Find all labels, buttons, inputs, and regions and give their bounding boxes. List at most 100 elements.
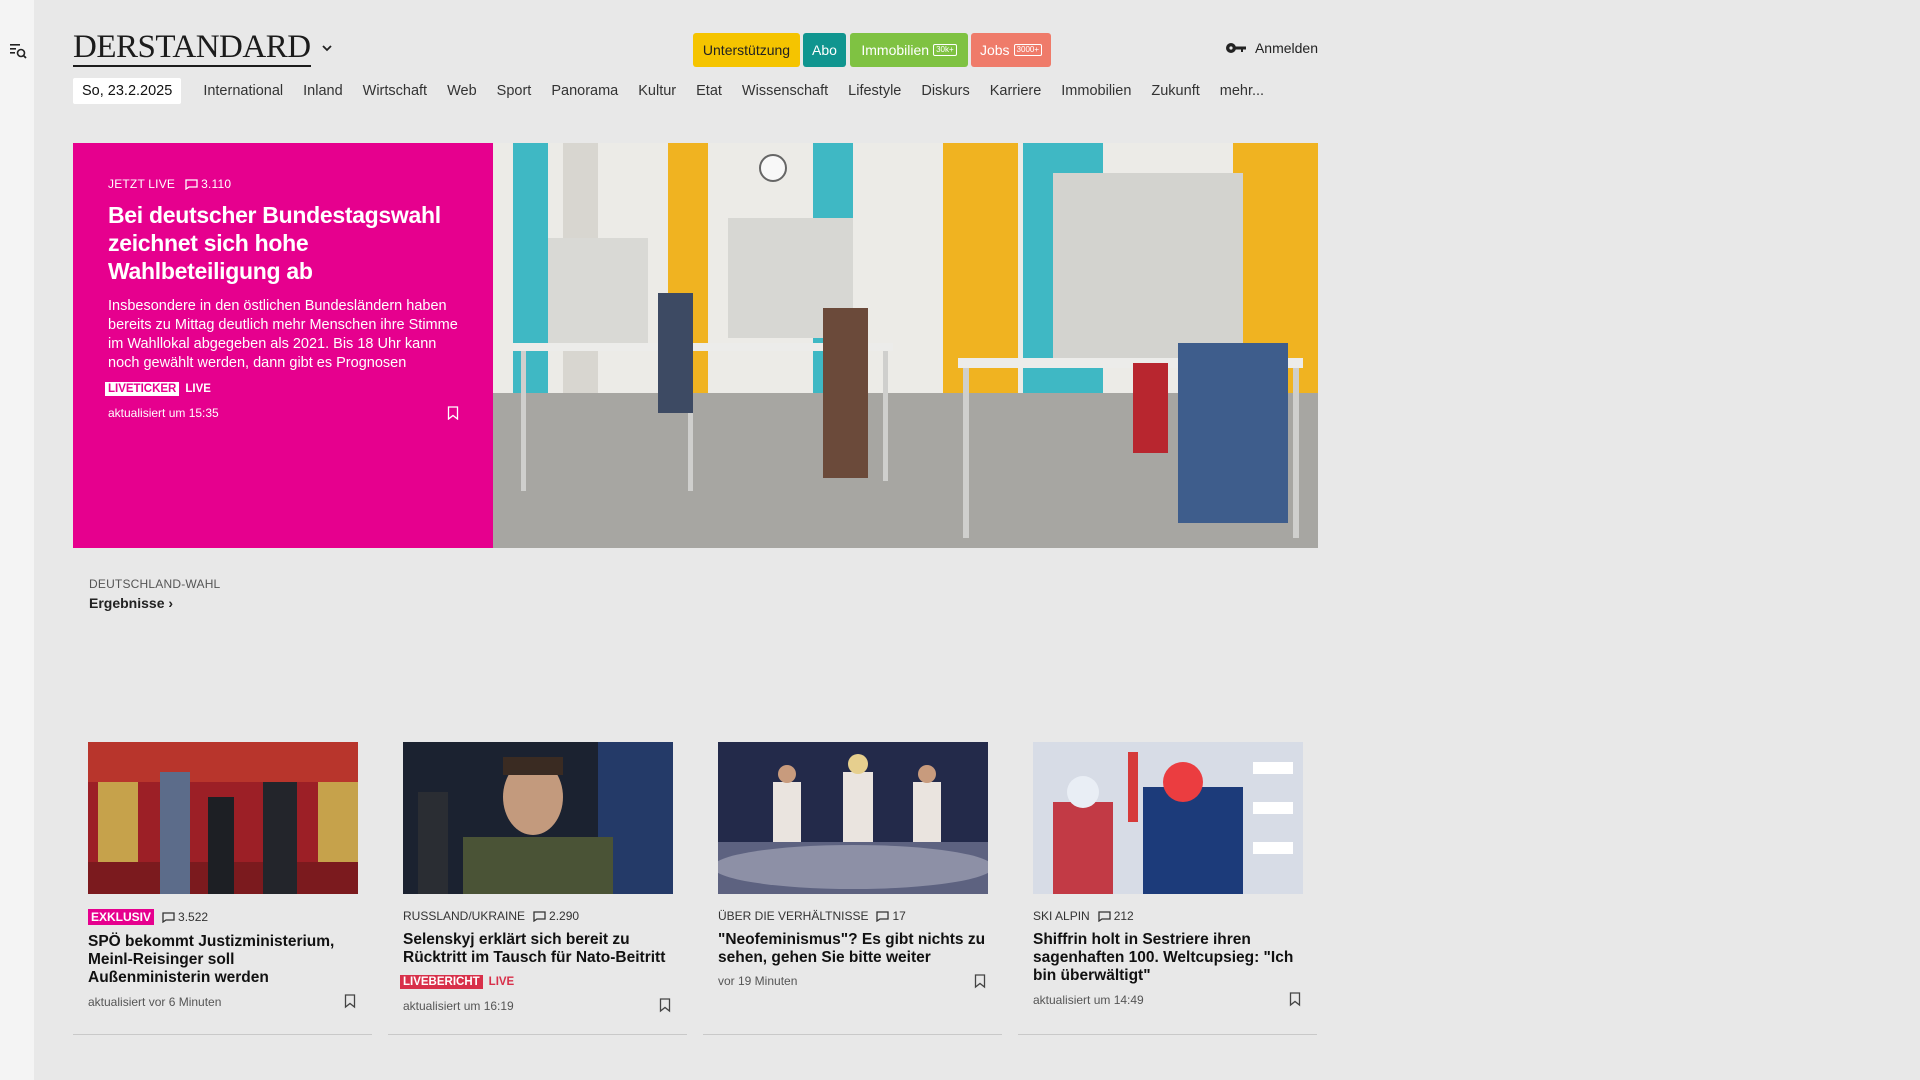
story-updated-2: aktualisiert um 16:19	[403, 999, 514, 1013]
exklusiv-badge: EXKLUSIV	[88, 909, 155, 925]
nav-item-wirtschaft[interactable]: Wirtschaft	[353, 83, 437, 99]
story-meta-4: SKI ALPIN 212	[1033, 909, 1134, 923]
chevron-right-icon: ›	[168, 595, 174, 611]
comment-icon	[533, 910, 546, 922]
election-results-link[interactable]: Ergebnisse ›	[89, 595, 220, 611]
comment-icon	[876, 910, 890, 922]
bookmark-icon[interactable]	[344, 994, 356, 1009]
bookmark-icon[interactable]	[974, 974, 986, 989]
story-headline-2[interactable]: Selenskyj erklärt sich bereit zu Rücktri…	[403, 931, 675, 967]
story-updated-1: aktualisiert vor 6 Minuten	[88, 995, 222, 1009]
story-card-2: RUSSLAND/UKRAINE 2.290 Selenskyj erklärt…	[388, 742, 687, 1035]
abo-button[interactable]: Abo	[803, 33, 846, 67]
comment-count-3[interactable]: 17	[876, 909, 906, 923]
story-meta-1: EXKLUSIV 3.522	[88, 909, 208, 925]
story-headline-4[interactable]: Shiffrin holt in Sestriere ihren sagenha…	[1033, 931, 1305, 985]
comment-icon	[185, 178, 198, 190]
nav-item-sport[interactable]: Sport	[487, 83, 542, 99]
support-label: Unterstützung	[702, 42, 791, 58]
story-image-4[interactable]	[1033, 742, 1303, 894]
nav-item-web[interactable]: Web	[437, 83, 487, 99]
nav-item-international[interactable]: International	[193, 83, 293, 99]
live-label: LIVE	[488, 976, 515, 988]
comment-icon	[1098, 910, 1111, 922]
nav-item-karriere[interactable]: Karriere	[980, 83, 1052, 99]
story-tags-2: LIVEBERICHT LIVE	[400, 975, 514, 989]
story-card-3: ÜBER DIE VERHÄLTNISSE 17 "Neofeminismus"…	[703, 742, 1002, 1035]
current-date: So, 23.2.2025	[73, 78, 182, 104]
nav-item-immobilien[interactable]: Immobilien	[1051, 83, 1141, 99]
story-headline-3[interactable]: "Neofeminismus"? Es gibt nichts zu sehen…	[718, 931, 990, 967]
immobilien-button[interactable]: Immobilien 30k+	[850, 33, 968, 67]
hero-tags: LIVETICKER LIVE	[105, 382, 459, 396]
site-logo[interactable]: DERSTANDARD	[73, 30, 311, 67]
story-headline-1[interactable]: SPÖ bekommt Justizministerium, Meinl-Rei…	[88, 933, 360, 987]
hero-text-panel: JETZT LIVE 3.110 Bei deutscher Bundestag…	[73, 143, 493, 548]
live-label: LIVE	[185, 383, 211, 395]
election-kicker: DEUTSCHLAND-WAHL	[89, 577, 221, 591]
livebericht-badge: LIVEBERICHT	[400, 975, 483, 989]
nav-item-panorama[interactable]: Panorama	[541, 83, 628, 99]
comment-count-1[interactable]: 3.522	[162, 910, 208, 924]
nav-item-wissenschaft[interactable]: Wissenschaft	[732, 83, 838, 99]
jobs-badge: 3000+	[1013, 44, 1043, 56]
key-icon	[1225, 43, 1246, 53]
hero-image-voting-booths[interactable]	[493, 143, 1318, 548]
comment-count-2[interactable]: 2.290	[533, 909, 579, 923]
hero-headline[interactable]: Bei deutscher Bundestagswahl zeichnet si…	[108, 201, 459, 285]
nav-item-lifestyle[interactable]: Lifestyle	[838, 83, 911, 99]
hero-footer: aktualisiert um 15:35	[108, 406, 459, 420]
login-button[interactable]: Anmelden	[1225, 40, 1318, 56]
search-menu-icon[interactable]	[9, 42, 27, 60]
comments-value-2: 2.290	[549, 909, 580, 923]
story-updated-4: aktualisiert um 14:49	[1033, 993, 1144, 1007]
comment-icon	[162, 911, 175, 923]
left-rail	[0, 0, 34, 1080]
chevron-down-icon[interactable]	[321, 42, 333, 54]
comment-count-4[interactable]: 212	[1098, 909, 1134, 923]
abo-label: Abo	[812, 42, 837, 58]
bookmark-icon[interactable]	[447, 406, 459, 420]
hero-comments-value: 3.110	[201, 177, 232, 191]
hero-comment-count[interactable]: 3.110	[185, 177, 231, 191]
comments-value-3: 17	[892, 909, 906, 923]
section-nav: So, 23.2.2025 International Inland Wirts…	[73, 76, 1274, 106]
story-updated-3: vor 19 Minuten	[718, 974, 798, 988]
hero-story: JETZT LIVE 3.110 Bei deutscher Bundestag…	[73, 143, 1318, 548]
bookmark-icon[interactable]	[659, 998, 671, 1013]
story-image-2[interactable]	[403, 742, 673, 894]
story-meta-3: ÜBER DIE VERHÄLTNISSE 17	[718, 909, 906, 923]
nav-item-mehr[interactable]: mehr...	[1210, 83, 1274, 99]
story-kicker-2: RUSSLAND/UKRAINE	[403, 909, 526, 923]
election-module: DEUTSCHLAND-WAHL Ergebnisse ›	[89, 577, 220, 611]
login-label: Anmelden	[1254, 40, 1318, 56]
nav-item-kultur[interactable]: Kultur	[628, 83, 686, 99]
support-button[interactable]: Unterstützung	[693, 33, 800, 67]
bookmark-icon[interactable]	[1289, 992, 1301, 1007]
hero-teaser: Insbesondere in den östlichen Bundesländ…	[108, 298, 458, 371]
comments-value-4: 212	[1113, 909, 1134, 923]
nav-item-inland[interactable]: Inland	[293, 83, 353, 99]
story-image-1[interactable]	[88, 742, 358, 894]
immobilien-label: Immobilien	[861, 42, 930, 58]
hero-kicker: JETZT LIVE	[108, 177, 176, 191]
story-card-1: EXKLUSIV 3.522 SPÖ bekommt Justizministe…	[73, 742, 372, 1035]
story-card-4: SKI ALPIN 212 Shiffrin holt in Sestriere…	[1018, 742, 1317, 1035]
story-cards: EXKLUSIV 3.522 SPÖ bekommt Justizministe…	[73, 742, 1318, 1035]
jobs-button[interactable]: Jobs 3000+	[971, 33, 1051, 67]
story-meta-2: RUSSLAND/UKRAINE 2.290	[403, 909, 579, 923]
site-header: DERSTANDARD Unterstützung Abo Immobilien…	[73, 28, 1318, 68]
nav-item-etat[interactable]: Etat	[686, 83, 732, 99]
immobilien-badge: 30k+	[933, 44, 957, 56]
hero-updated: aktualisiert um 15:35	[108, 406, 219, 420]
election-results-label: Ergebnisse	[89, 595, 165, 611]
nav-item-zukunft[interactable]: Zukunft	[1141, 83, 1209, 99]
nav-item-diskurs[interactable]: Diskurs	[911, 83, 979, 99]
jobs-label: Jobs	[979, 42, 1010, 58]
story-image-3[interactable]	[718, 742, 988, 894]
story-kicker-3: ÜBER DIE VERHÄLTNISSE	[718, 909, 869, 923]
liveticker-badge: LIVETICKER	[105, 382, 180, 396]
comments-value-1: 3.522	[178, 910, 209, 924]
hero-meta: JETZT LIVE 3.110	[108, 177, 459, 191]
story-kicker-4: SKI ALPIN	[1033, 909, 1090, 923]
